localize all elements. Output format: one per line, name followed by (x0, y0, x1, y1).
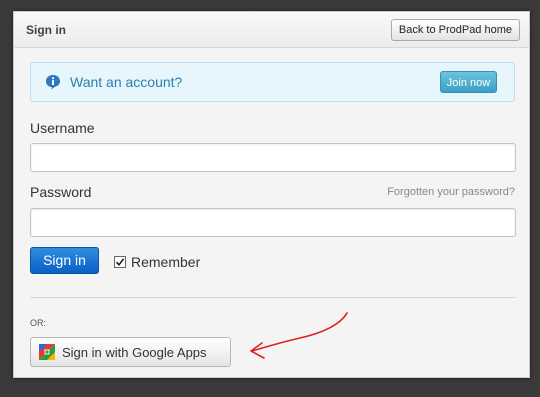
want-account-text: Want an account? (70, 74, 183, 90)
or-label: OR: (30, 318, 47, 328)
username-input[interactable] (30, 143, 516, 172)
forgot-password-link[interactable]: Forgotten your password? (387, 186, 515, 198)
password-input[interactable] (30, 208, 516, 237)
google-apps-label: Sign in with Google Apps (62, 345, 207, 360)
password-label: Password (30, 184, 92, 200)
username-label: Username (30, 120, 95, 136)
dialog-header: Sign in Back to ProdPad home (14, 12, 529, 48)
google-apps-signin-button[interactable]: Sign in with Google Apps (30, 337, 231, 367)
section-divider (30, 297, 516, 298)
google-apps-icon (39, 344, 55, 360)
sign-in-dialog: Sign in Back to ProdPad home Want an acc… (13, 11, 530, 378)
back-to-home-button[interactable]: Back to ProdPad home (390, 19, 520, 41)
remember-label: Remember (131, 254, 201, 270)
remember-checkbox[interactable] (114, 256, 126, 268)
sign-in-button[interactable]: Sign in (30, 247, 99, 274)
account-info-box: Want an account? Join now (30, 62, 515, 102)
checkmark-icon (115, 258, 125, 267)
info-icon (46, 75, 60, 90)
join-now-button[interactable]: Join now (440, 71, 497, 93)
dialog-title: Sign in (26, 23, 66, 37)
